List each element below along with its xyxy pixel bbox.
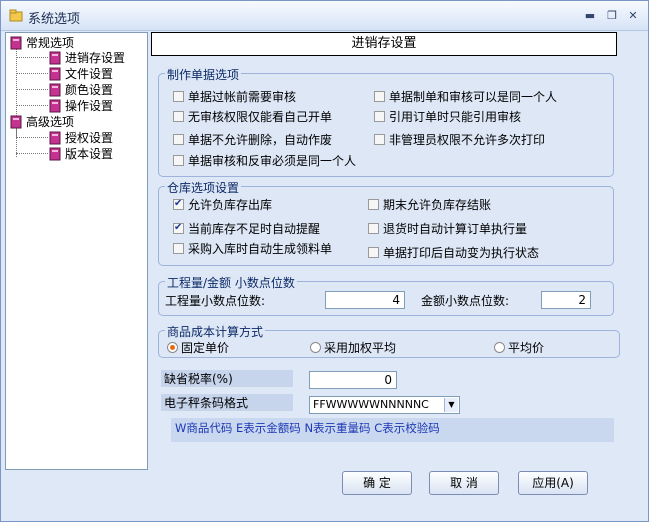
- tree-node-general[interactable]: 常规选项: [9, 35, 74, 51]
- book-icon: [49, 67, 61, 81]
- doc-options-group: 制作单据选项 单据过帐前需要审核 单据制单和审核可以是同一个人 无审核权限仅能看…: [158, 66, 614, 177]
- system-options-window: 系统选项 ▬ ❐ ✕ 常规选项 进销存设置 文件设置 颜色设置 操作设置 高级选…: [0, 0, 649, 522]
- checkbox-box[interactable]: [173, 91, 184, 102]
- radio-average-price[interactable]: 平均价: [494, 341, 544, 355]
- tree-node-license[interactable]: 授权设置: [48, 130, 113, 146]
- radio-fixed-price[interactable]: 固定单价: [167, 341, 229, 355]
- title-bar: 系统选项 ▬ ❐ ✕: [1, 1, 648, 31]
- window-title: 系统选项: [28, 12, 81, 27]
- ok-button[interactable]: 确 定: [342, 471, 412, 495]
- barcode-value: FFWWWWWNNNNNC: [313, 398, 429, 411]
- checkbox-wh-4[interactable]: 采购入库时自动生成领料单: [173, 242, 332, 256]
- checkbox-doc-5[interactable]: 非管理员权限不允许多次打印: [374, 133, 545, 147]
- checkbox-box[interactable]: [173, 221, 184, 235]
- checkbox-wh-3[interactable]: 退货时自动计算订单执行量: [368, 222, 527, 236]
- checkbox-doc-6[interactable]: 单据审核和反审必须是同一个人: [173, 154, 356, 168]
- checkbox-doc-3[interactable]: 引用订单时只能引用审核: [374, 110, 521, 124]
- book-icon: [10, 36, 22, 50]
- close-icon[interactable]: ✕: [626, 9, 640, 22]
- radio-dot[interactable]: [167, 342, 178, 353]
- checkbox-box[interactable]: [368, 223, 379, 234]
- barcode-hint: W商品代码 E表示金额码 N表示重量码 C表示校验码: [171, 418, 614, 442]
- minimize-icon[interactable]: ▬: [583, 9, 597, 22]
- book-icon: [49, 83, 61, 97]
- decimal-legend: 工程量/金额 小数点位数: [165, 274, 297, 291]
- tree-node-version[interactable]: 版本设置: [48, 146, 113, 162]
- app-icon: [9, 9, 23, 22]
- checkbox-box[interactable]: [173, 197, 184, 211]
- radio-dot[interactable]: [310, 342, 321, 353]
- amount-decimal-input[interactable]: 2: [541, 291, 591, 309]
- warehouse-options-group: 仓库选项设置 允许负库存出库 期末允许负库存结账 当前库存不足时自动提醒 退货时…: [158, 179, 614, 266]
- options-tree: 常规选项 进销存设置 文件设置 颜色设置 操作设置 高级选项 授权设置 版本设置: [5, 32, 148, 470]
- apply-button[interactable]: 应用(A): [518, 471, 588, 495]
- tree-node-file[interactable]: 文件设置: [48, 66, 113, 82]
- checkbox-box[interactable]: [173, 111, 184, 122]
- doc-options-legend: 制作单据选项: [165, 66, 242, 83]
- chevron-down-icon[interactable]: ▼: [444, 398, 458, 412]
- checkbox-doc-2[interactable]: 无审核权限仅能看自己开单: [173, 110, 332, 124]
- barcode-label: 电子秤条码格式: [161, 394, 293, 411]
- tree-node-advanced[interactable]: 高级选项: [9, 114, 74, 130]
- restore-icon[interactable]: ❐: [605, 9, 619, 22]
- radio-weighted-average[interactable]: 采用加权平均: [310, 341, 396, 355]
- cancel-button[interactable]: 取 消: [429, 471, 499, 495]
- book-icon: [10, 115, 22, 129]
- book-icon: [49, 131, 61, 145]
- checkbox-box[interactable]: [374, 111, 385, 122]
- panel-title: 进销存设置: [151, 32, 617, 56]
- warehouse-options-legend: 仓库选项设置: [165, 179, 242, 196]
- checkbox-wh-0[interactable]: 允许负库存出库: [173, 197, 272, 212]
- checkbox-wh-2[interactable]: 当前库存不足时自动提醒: [173, 221, 320, 236]
- checkbox-box[interactable]: [368, 247, 379, 258]
- checkbox-wh-5[interactable]: 单据打印后自动变为执行状态: [368, 246, 539, 260]
- qty-decimal-label: 工程量小数点位数:: [165, 294, 266, 308]
- book-icon: [49, 51, 61, 65]
- checkbox-box[interactable]: [374, 134, 385, 145]
- checkbox-box[interactable]: [368, 199, 379, 210]
- checkbox-box[interactable]: [173, 134, 184, 145]
- qty-decimal-input[interactable]: 4: [325, 291, 405, 309]
- amount-decimal-label: 金额小数点位数:: [421, 294, 510, 308]
- checkbox-doc-1[interactable]: 单据制单和审核可以是同一个人: [374, 90, 557, 104]
- checkbox-doc-0[interactable]: 单据过帐前需要审核: [173, 90, 296, 104]
- book-icon: [49, 99, 61, 113]
- tree-node-inventory[interactable]: 进销存设置: [48, 50, 125, 66]
- checkbox-doc-4[interactable]: 单据不允许删除，自动作废: [173, 133, 332, 147]
- checkbox-box[interactable]: [173, 243, 184, 254]
- radio-dot[interactable]: [494, 342, 505, 353]
- checkbox-wh-1[interactable]: 期末允许负库存结账: [368, 198, 491, 212]
- tax-label: 缺省税率(%): [161, 370, 293, 387]
- cost-method-legend: 商品成本计算方式: [165, 323, 266, 340]
- cost-method-group: 商品成本计算方式 固定单价 采用加权平均 平均价: [158, 323, 620, 358]
- decimal-group: 工程量/金额 小数点位数 工程量小数点位数: 4 金额小数点位数: 2: [158, 274, 614, 316]
- book-icon: [49, 147, 61, 161]
- barcode-select[interactable]: FFWWWWWNNNNNC ▼: [309, 396, 460, 414]
- checkbox-box[interactable]: [173, 155, 184, 166]
- tax-input[interactable]: 0: [309, 371, 397, 389]
- tree-node-operation[interactable]: 操作设置: [48, 98, 113, 114]
- tree-node-color[interactable]: 颜色设置: [48, 82, 113, 98]
- checkbox-box[interactable]: [374, 91, 385, 102]
